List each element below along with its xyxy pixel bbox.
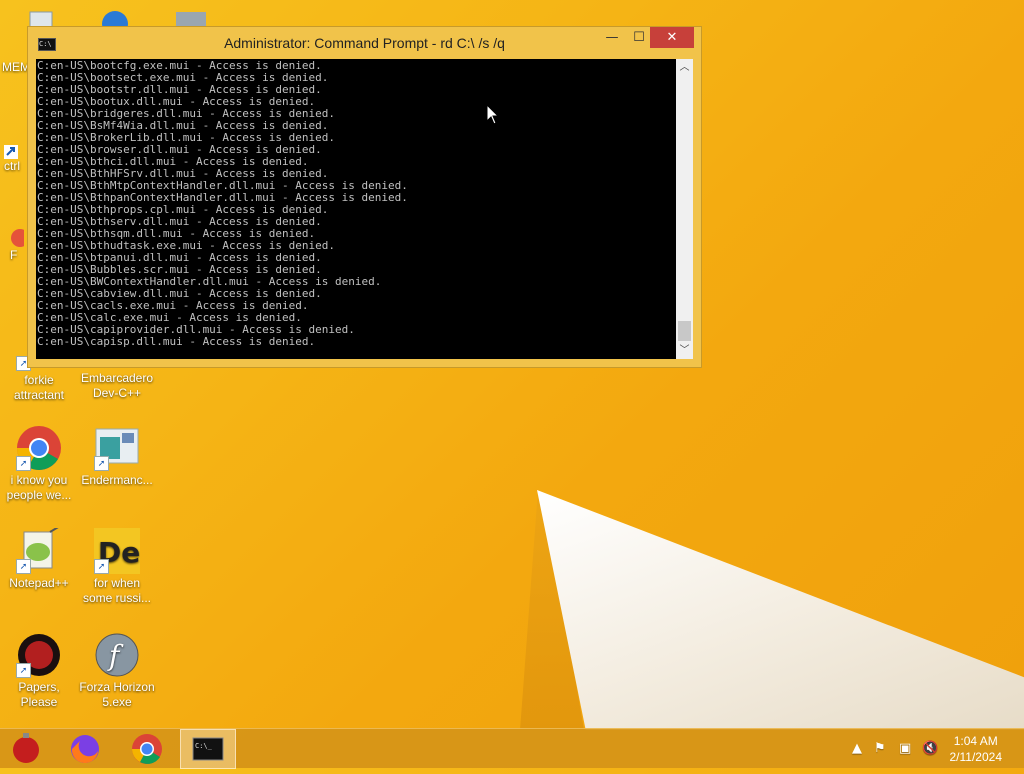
flash-icon: f [94,632,140,678]
desktop-icon-label: Papers, Please [18,680,60,709]
shortcut-arrow-icon: ➚ [94,559,109,574]
taskbar-command-prompt[interactable]: C:\_ [180,729,236,769]
app-icon [10,228,29,248]
desktop-icon-forza[interactable]: f Forza Horizon 5.exe [78,632,156,710]
chrome-icon: ➚ [16,425,62,471]
minimize-button[interactable]: — [598,27,626,48]
action-center-flag-icon[interactable]: ⚑ [874,741,886,756]
chrome-icon [132,734,162,764]
shortcut-arrow-icon: ➚ [16,456,31,471]
shortcut-arrow-icon: ➚ [16,663,31,678]
wallpaper-light-shape [537,490,1024,730]
desktop-icon-label: Notepad++ [9,576,69,590]
firefox-icon [71,735,99,764]
endermanch-icon: ➚ [94,425,140,471]
taskbar-ornament-app[interactable] [0,729,56,769]
window-titlebar[interactable]: C:\ Administrator: Command Prompt - rd C… [28,27,701,59]
clock-time: 1:04 AM [953,734,998,748]
volume-muted-icon[interactable]: 🔇 [922,741,938,756]
desktop-icon-label: for when some russi... [82,576,151,605]
desktop-icon-label: forkie attractant [13,373,65,402]
clock-date: 2/11/2024 [949,750,1003,764]
desktop-icon-russian[interactable]: De ➚ for when some russi... [78,528,156,606]
taskbar: C:\_ ▲ ⚑ ▣ 🔇 1:04 AM 2/11/2024 [0,728,1024,769]
taskbar-firefox[interactable] [58,729,114,769]
scroll-down-arrow-icon[interactable]: ﹀ [676,342,693,359]
desktop-icon-endermanch[interactable]: ➚ Endermanc... [78,425,156,488]
scroll-thumb[interactable] [678,321,691,341]
desktop-icon-chrome[interactable]: ➚ i know you people we... [0,425,78,503]
maximize-button[interactable]: ☐ [625,27,653,48]
shortcut-arrow-icon [4,145,18,159]
console-output[interactable]: C:en-US\bootcfg.exe.mui - Access is deni… [36,59,676,359]
console-line: C:en-US\capisp.dll.mui - Access is denie… [37,335,316,348]
svg-text:C:\_: C:\_ [195,742,213,750]
show-hidden-icons-chevron-icon[interactable]: ▲ [852,741,862,756]
desktop-icon-label: i know you people we... [6,473,72,502]
vertical-scrollbar[interactable]: ︿ ﹀ [676,59,693,359]
shortcut-arrow-icon: ➚ [94,456,109,471]
wallpaper-shadow-shape [520,495,584,730]
shortcut-arrow-icon: ➚ [16,559,31,574]
papers-please-icon: ➚ [16,632,62,678]
taskbar-chrome[interactable] [118,729,174,769]
taskbar-clock[interactable]: 1:04 AM 2/11/2024 [950,733,1003,765]
command-prompt-window[interactable]: C:\ Administrator: Command Prompt - rd C… [27,26,702,368]
network-icon[interactable]: ▣ [899,741,911,756]
ornament-icon [13,733,39,763]
desktop-icon-label: Endermanc... [81,473,153,487]
close-button[interactable]: ✕ [650,27,694,48]
desktop-icon-label: Forza Horizon 5.exe [79,680,155,709]
app-logo-icon: De ➚ [94,528,140,574]
scroll-up-arrow-icon[interactable]: ︿ [676,59,693,76]
desktop-icon-label: Embarcadero Dev-C++ [80,371,154,400]
notepadpp-icon: ➚ [16,525,62,574]
mouse-cursor-icon [486,104,500,125]
cmd-icon: C:\_ [192,737,224,761]
desktop-icon-label: MEM [2,60,30,74]
desktop-icon-papers[interactable]: ➚ Papers, Please [0,632,78,710]
desktop-icon-notepadpp[interactable]: ➚ Notepad++ [0,525,78,591]
